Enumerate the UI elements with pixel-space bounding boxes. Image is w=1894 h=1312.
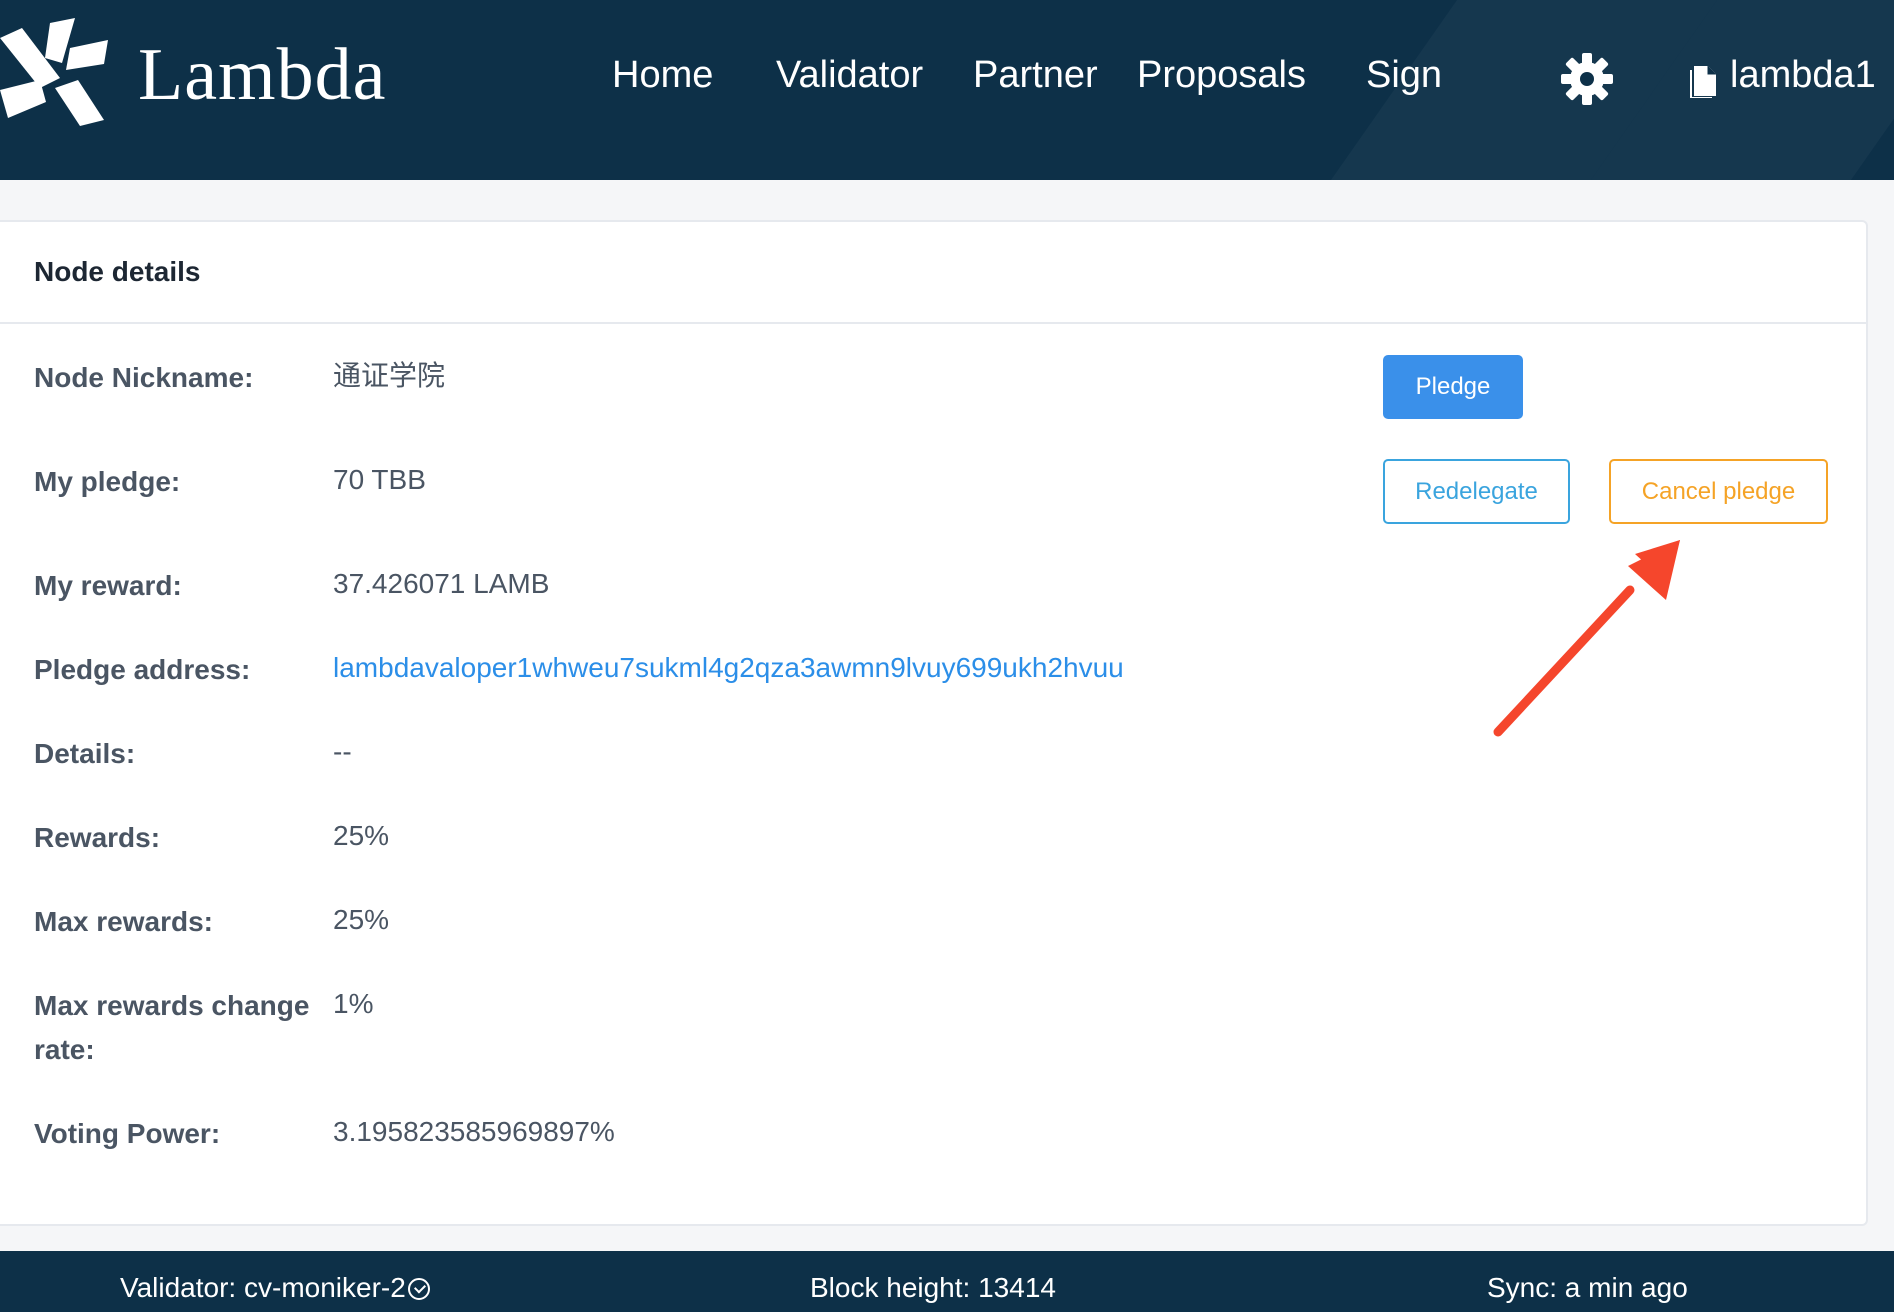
pledge-address-link[interactable]: lambdavaloper1whweu7sukml4g2qza3awmn9lvu…	[333, 646, 1124, 690]
label-node-nickname: Node Nickname:	[34, 362, 254, 393]
label-max-rewards: Max rewards:	[34, 906, 213, 937]
value-voting-power: 3.195823585969897%	[333, 1116, 615, 1147]
nav-partner[interactable]: Partner	[973, 56, 1098, 94]
value-max-rewards-change-rate: 1%	[333, 988, 374, 1019]
value-details: --	[333, 736, 352, 767]
footer-sync: Sync: a min ago	[1487, 1272, 1688, 1303]
gear-icon[interactable]	[1560, 52, 1614, 106]
brand-name[interactable]: Lambda	[138, 38, 386, 112]
nav-sign[interactable]: Sign	[1366, 56, 1442, 94]
value-rewards: 25%	[333, 820, 390, 851]
footer-validator-text: Validator: cv-moniker-2	[120, 1272, 406, 1303]
document-icon	[1690, 66, 1716, 98]
label-my-reward: My reward:	[34, 570, 182, 601]
value-max-rewards: 25%	[333, 904, 390, 935]
redelegate-button[interactable]: Redelegate	[1383, 459, 1570, 524]
annotation-arrow-icon	[1493, 540, 1680, 737]
label-max-rewards-change-rate: Max rewards change rate:	[34, 990, 310, 1065]
label-my-pledge: My pledge:	[34, 466, 181, 497]
card-divider	[0, 322, 1866, 324]
pledge-button[interactable]: Pledge	[1383, 355, 1523, 419]
check-circle-icon[interactable]	[407, 1278, 430, 1300]
label-details: Details:	[34, 738, 136, 769]
value-node-nickname: 通证学院	[333, 360, 446, 391]
lambda-logo-icon[interactable]	[0, 18, 110, 128]
top-navbar: Lambda Home Validator Partner Proposals …	[0, 0, 1894, 180]
label-voting-power: Voting Power:	[34, 1118, 221, 1149]
footer-validator: Validator: cv-moniker-2	[120, 1274, 430, 1302]
nav-validator[interactable]: Validator	[776, 56, 923, 94]
card-title: Node details	[34, 256, 201, 287]
cancel-pledge-button[interactable]: Cancel pledge	[1609, 459, 1828, 524]
nav-home[interactable]: Home	[612, 56, 713, 94]
account-name[interactable]: lambda1	[1730, 56, 1876, 94]
nav-proposals[interactable]: Proposals	[1137, 56, 1306, 94]
value-my-reward: 37.426071 LAMB	[333, 568, 550, 599]
label-rewards: Rewards:	[34, 822, 161, 853]
footer-block-height: Block height: 13414	[810, 1272, 1056, 1303]
label-pledge-address: Pledge address:	[34, 654, 251, 685]
value-my-pledge: 70 TBB	[333, 464, 426, 495]
